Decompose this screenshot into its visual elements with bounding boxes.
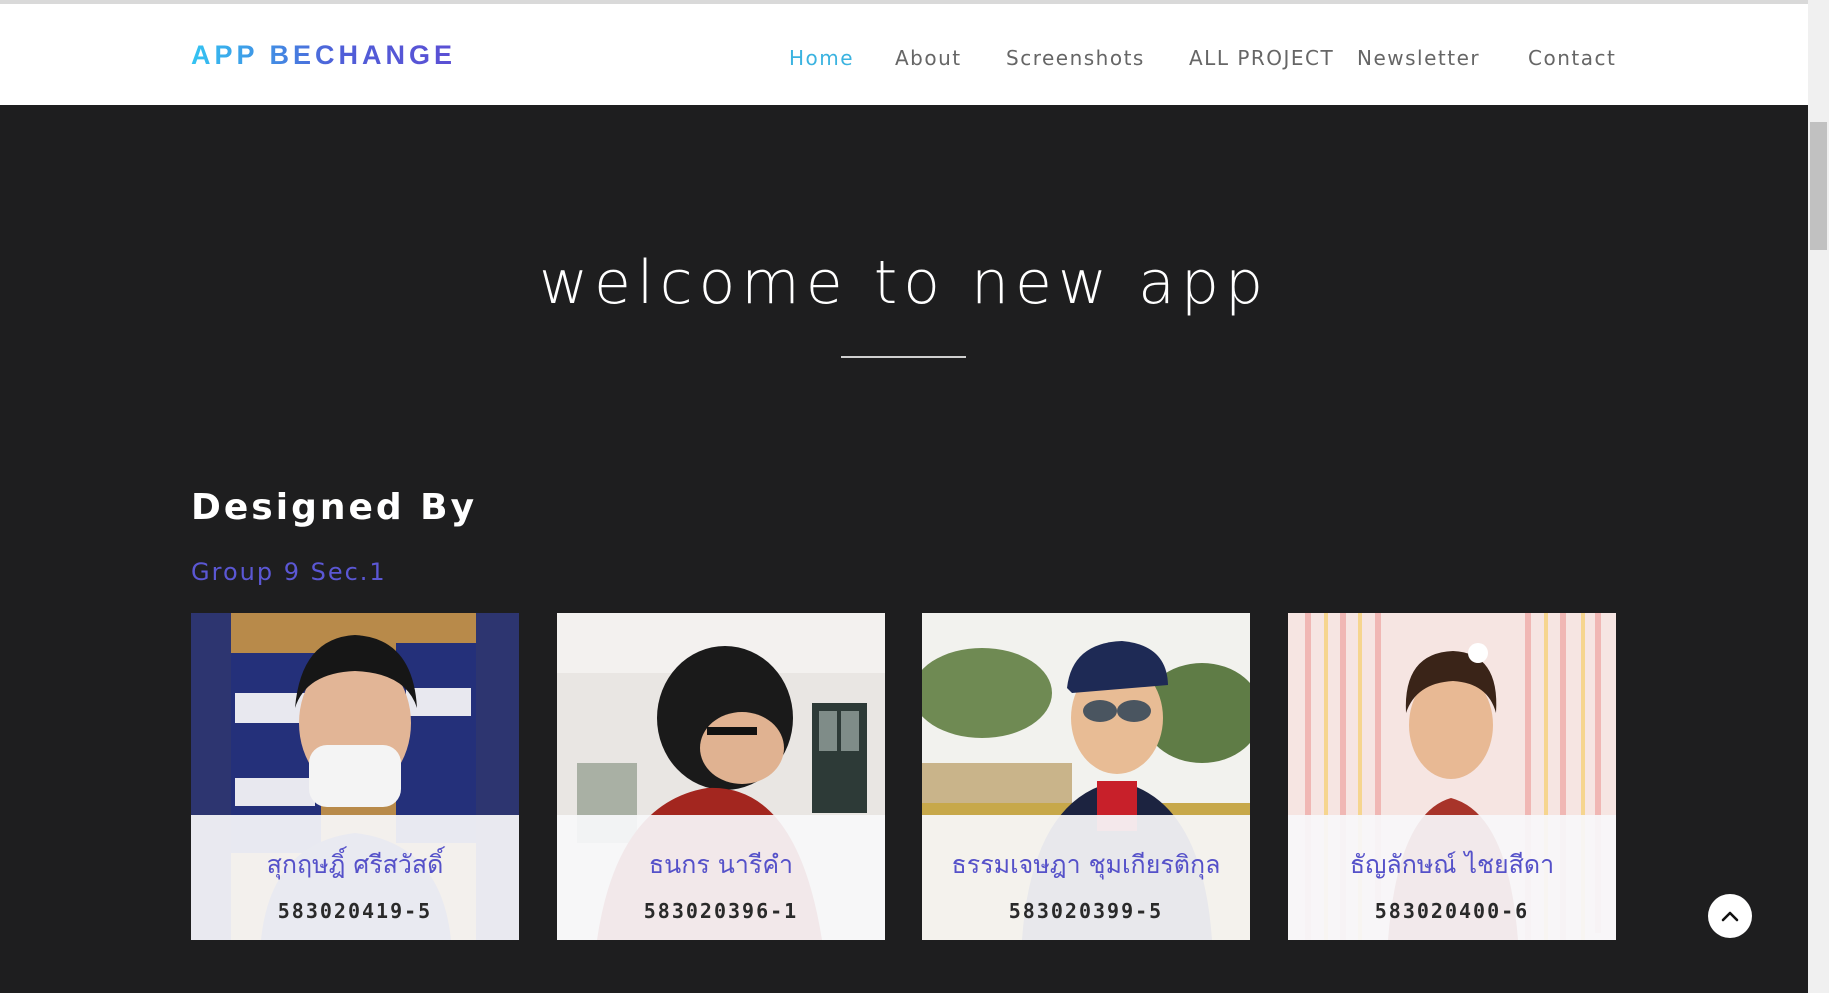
member-id: 583020396-1 — [643, 899, 799, 923]
member-caption: สุกฤษฎิ์ ศรีสวัสดิ์ 583020419-5 — [191, 815, 519, 940]
member-name: ธัญลักษณ์ ไชยสีดา — [1349, 850, 1555, 879]
hero-title: welcome to new app — [538, 248, 1270, 318]
hero-divider — [841, 356, 966, 358]
designed-by-heading: Designed By — [191, 487, 478, 528]
member-id: 583020399-5 — [1008, 899, 1164, 923]
member-name: ธรรมเจษฎา ชุมเกียรติกุล — [951, 850, 1221, 879]
member-caption: ธัญลักษณ์ ไชยสีดา 583020400-6 — [1288, 815, 1616, 940]
team-card[interactable]: สุกฤษฎิ์ ศรีสวัสดิ์ 583020419-5 — [191, 613, 519, 940]
nav-all-project[interactable]: ALL PROJECT — [1189, 46, 1334, 70]
nav-newsletter[interactable]: Newsletter — [1357, 46, 1480, 70]
member-caption: ธรรมเจษฎา ชุมเกียรติกุล 583020399-5 — [922, 815, 1250, 940]
team-card[interactable]: ธนกร นารีคำ 583020396-1 — [557, 613, 885, 940]
member-name: สุกฤษฎิ์ ศรีสวัสดิ์ — [266, 850, 444, 879]
chevron-up-icon — [1721, 911, 1739, 922]
member-id: 583020419-5 — [277, 899, 433, 923]
brand-logo[interactable]: APP BECHANGE — [191, 40, 456, 71]
scrollbar-thumb[interactable] — [1810, 122, 1827, 250]
navbar: APP BECHANGE Home About Screenshots ALL … — [0, 4, 1808, 105]
member-name: ธนกร นารีคำ — [648, 850, 794, 879]
team-card[interactable]: ธัญลักษณ์ ไชยสีดา 583020400-6 — [1288, 613, 1616, 940]
team-card[interactable]: ธรรมเจษฎา ชุมเกียรติกุล 583020399-5 — [922, 613, 1250, 940]
group-label: Group 9 Sec.1 — [191, 558, 387, 586]
nav-home[interactable]: Home — [789, 46, 854, 70]
nav-screenshots[interactable]: Screenshots — [1006, 46, 1145, 70]
back-to-top-button[interactable] — [1708, 894, 1752, 938]
nav-about[interactable]: About — [895, 46, 962, 70]
member-id: 583020400-6 — [1374, 899, 1530, 923]
member-caption: ธนกร นารีคำ 583020396-1 — [557, 815, 885, 940]
nav-contact[interactable]: Contact — [1528, 46, 1616, 70]
